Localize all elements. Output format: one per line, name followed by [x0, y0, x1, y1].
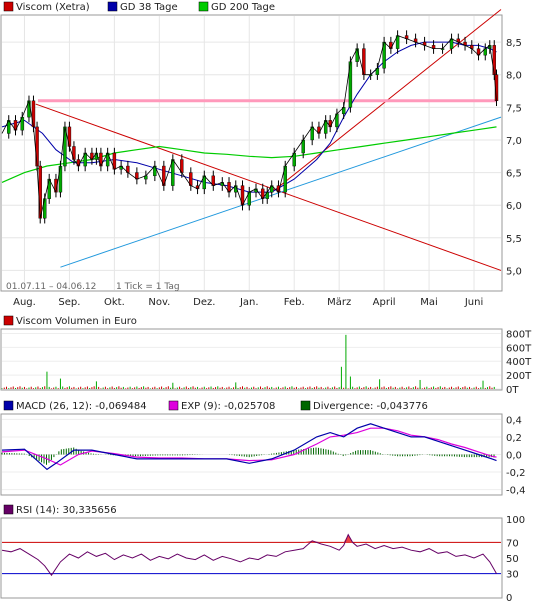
volume-panel-frame — [0, 328, 503, 391]
legend-label-gd38: GD 38 Tage — [120, 2, 178, 13]
exp-legend-label: EXP (9): -0,025708 — [181, 401, 275, 412]
macd-y-tick-label: 0,4 — [506, 415, 522, 426]
x-tick-label: März — [327, 297, 351, 308]
legend-label-gd200: GD 200 Tage — [211, 2, 275, 13]
rsi-y-tick-label: 100 — [506, 515, 525, 526]
stock-chart: Viscom (Xetra) GD 38 Tage GD 200 Tage 5,… — [0, 1, 532, 604]
price-y-tick-label: 5,5 — [506, 234, 522, 245]
x-tick-label: Dez. — [193, 297, 215, 308]
volume-y-tick-label: 400T — [506, 357, 532, 368]
volume-y-tick-label: 800T — [506, 329, 532, 340]
tick-note-label: 1 Tick = 1 Tag — [116, 282, 180, 292]
rsi-y-tick-label: 50 — [506, 554, 519, 565]
macd-y-tick-label: -0,4 — [506, 486, 526, 497]
price-y-tick-label: 7,0 — [506, 136, 522, 147]
x-tick-label: Okt. — [104, 297, 125, 308]
price-y-tick-label: 6,5 — [506, 169, 522, 180]
macd-legend-swatch — [3, 400, 14, 411]
price-candle — [492, 45, 496, 75]
macd-legend-label: MACD (26, 12): -0,069484 — [16, 401, 147, 412]
price-y-tick-label: 8,5 — [506, 38, 522, 49]
price-y-tick-label: 6,0 — [506, 201, 522, 212]
x-tick-label: Feb. — [284, 297, 305, 308]
date-range-label: 01.07.11 – 04.06.12 — [6, 282, 96, 292]
x-tick-label: Sep. — [58, 297, 80, 308]
rsi-y-tick-label: 70 — [506, 538, 519, 549]
macd-panel: MACD (26, 12): -0,069484 EXP (9): -0,025… — [0, 400, 526, 497]
x-tick-label: Aug. — [13, 297, 36, 308]
volume-y-tick-label: 200T — [506, 371, 532, 382]
divergence-legend-label: Divergence: -0,043776 — [313, 401, 428, 412]
legend-label-price: Viscom (Xetra) — [16, 2, 90, 13]
x-tick-label: Juni — [464, 297, 483, 308]
price-panel: Viscom (Xetra) GD 38 Tage GD 200 Tage 5,… — [0, 1, 522, 308]
price-y-tick-label: 8,0 — [506, 71, 522, 82]
price-y-tick-label: 5,0 — [506, 266, 522, 277]
rsi-y-tick-label: 0 — [506, 593, 512, 604]
price-y-tick-label: 7,5 — [506, 103, 522, 114]
divergence-legend-swatch — [300, 400, 311, 411]
x-tick-label: Nov. — [148, 297, 170, 308]
rsi-y-axis: 100 70 50 30 0 — [506, 515, 525, 604]
rsi-legend-swatch — [3, 504, 14, 515]
legend-swatch-price — [3, 1, 14, 12]
price-y-axis: 5,0 5,5 6,0 6,5 7,0 7,5 8,0 8,5 — [506, 38, 522, 277]
volume-legend-label: Viscom Volumen in Euro — [16, 316, 137, 327]
price-x-axis: Aug. Sep. Okt. Nov. Dez. Jan. Feb. März April Mai… — [13, 297, 483, 308]
x-tick-label: Mai — [420, 297, 438, 308]
macd-y-tick-label: 0,2 — [506, 433, 522, 444]
macd-y-tick-label: 0,0 — [506, 451, 522, 462]
legend-swatch-gd200 — [198, 1, 209, 12]
rsi-panel: RSI (14): 30,335656 100 70 50 30 0 — [0, 504, 525, 604]
price-candle — [35, 126, 39, 167]
rsi-y-tick-label: 30 — [506, 570, 519, 581]
legend-swatch-gd38 — [107, 1, 118, 12]
volume-y-tick-label: 0T — [506, 385, 519, 396]
x-tick-label: April — [373, 297, 396, 308]
volume-panel: Viscom Volumen in Euro 800T 600T 400T 200T 0… — [0, 315, 532, 396]
price-legend: Viscom (Xetra) GD 38 Tage GD 200 Tage — [3, 1, 275, 13]
volume-legend-swatch — [3, 315, 14, 326]
exp-legend-swatch — [168, 400, 179, 411]
volume-y-tick-label: 600T — [506, 343, 532, 354]
rsi-legend-label: RSI (14): 30,335656 — [16, 505, 117, 516]
price-candle — [31, 100, 36, 128]
price-panel-frame — [0, 14, 503, 292]
price-candle — [38, 165, 42, 219]
macd-y-tick-label: -0,2 — [506, 468, 526, 479]
x-tick-label: Jan. — [239, 297, 259, 308]
